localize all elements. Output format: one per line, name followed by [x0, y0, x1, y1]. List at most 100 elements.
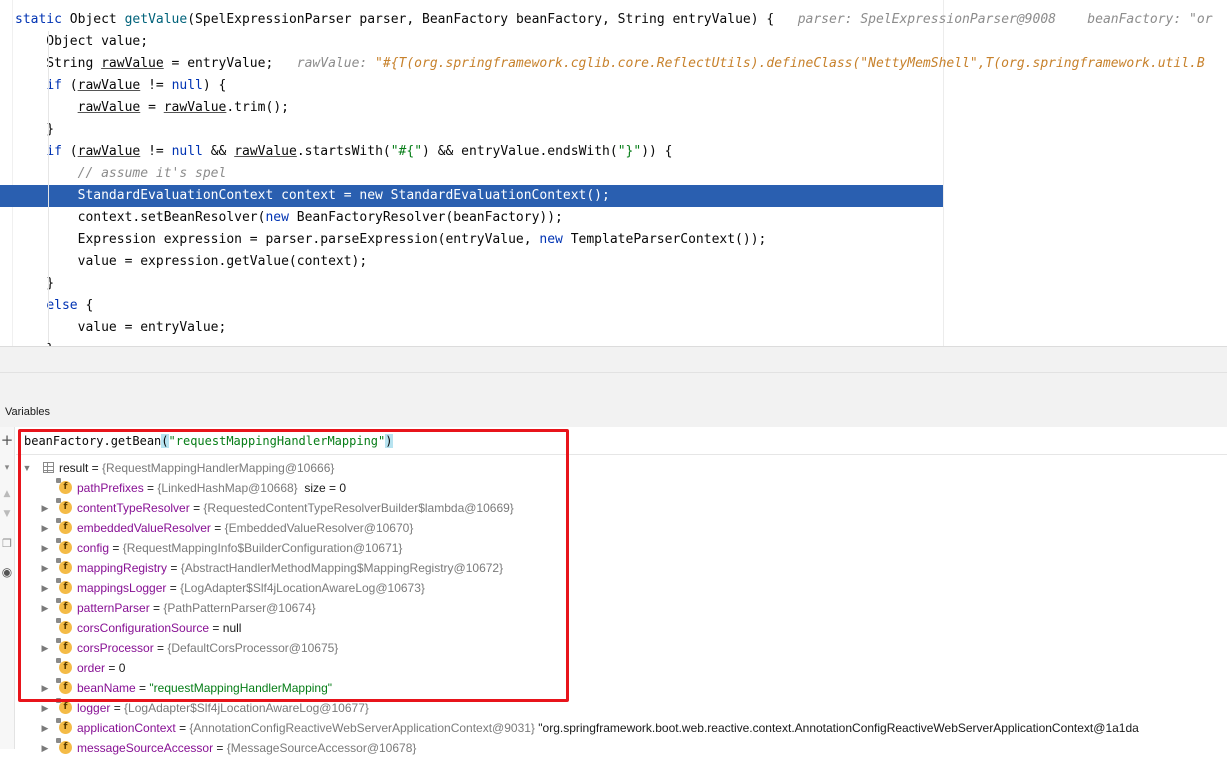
variable-row[interactable]: ▶ f messageSourceAccessor = {MessageSource… [16, 738, 1227, 758]
code-line[interactable]: else { [0, 295, 1227, 317]
code-token: .startsWith( [296, 144, 391, 159]
variable-name: patternParser [77, 601, 150, 615]
variable-row[interactable]: ▶ f embeddedValueResolver = {EmbeddedValue… [16, 518, 1227, 538]
code-editor[interactable]: static Object getValue(SpelExpressionPar… [0, 0, 1227, 346]
code-line[interactable]: rawValue = rawValue.trim(); [0, 97, 1227, 119]
field-icon: f [56, 718, 72, 734]
lock-icon [56, 478, 61, 483]
chevron-right-icon[interactable]: ▶ [40, 558, 50, 578]
field-icon: f [56, 498, 72, 514]
code-token: .trim(); [226, 100, 289, 115]
plus-icon[interactable]: + [0, 433, 14, 448]
variable-text: embeddedValueResolver = {EmbeddedValueRe… [77, 518, 413, 538]
code-line[interactable]: if (rawValue != null && rawValue.startsW… [0, 141, 1227, 163]
chevron-right-icon[interactable]: ▶ [40, 638, 50, 658]
code-line[interactable]: static Object getValue(SpelExpressionPar… [0, 9, 1227, 31]
chevron-right-icon[interactable]: ▶ [40, 518, 50, 538]
lock-icon [56, 598, 61, 603]
code-token: Object value; [15, 34, 149, 49]
copy-icon[interactable]: ❐ [0, 537, 14, 551]
chevron-right-icon[interactable]: ▶ [40, 598, 50, 618]
variable-text: order = 0 [77, 658, 125, 678]
chevron-right-icon[interactable]: ▶ [40, 538, 50, 558]
variable-value: {DefaultCorsProcessor@10675} [167, 641, 339, 655]
code-line[interactable]: value = entryValue; [0, 317, 1227, 339]
indent-guide [48, 31, 49, 343]
variable-row[interactable]: ▶ f corsProcessor = {DefaultCorsProcessor@… [16, 638, 1227, 658]
code-token: value = expression.getValue(context); [15, 254, 368, 269]
chevron-right-icon[interactable]: ▶ [40, 698, 50, 718]
code-token: BeanFactoryResolver(beanFactory)); [288, 210, 563, 225]
equals-sign: = [110, 701, 125, 715]
field-icon: f [56, 478, 72, 494]
variable-row[interactable]: ▶ f mappingsLogger = {LogAdapter$Slf4jLoca… [16, 578, 1227, 598]
chevron-down-icon[interactable]: ▼ [22, 458, 32, 478]
editor-bottom-strip [0, 346, 1227, 373]
arrow-up-icon[interactable]: ▲ [0, 487, 14, 501]
code-token: Expression expression = parser.parseExpr… [15, 232, 540, 247]
variable-extra: "org.springframework.boot.web.reactive.c… [534, 721, 1139, 735]
chevron-right-icon[interactable]: ▶ [40, 738, 50, 758]
code-line[interactable]: Object value; [0, 31, 1227, 53]
variable-row[interactable]: ▶ f logger = {LogAdapter$Slf4jLocationAwar… [16, 698, 1227, 718]
code-token: value = entryValue; [15, 320, 227, 335]
equals-sign: = [149, 601, 164, 615]
variable-value: {PathPatternParser@10674} [163, 601, 316, 615]
code-line[interactable]: } [0, 273, 1227, 295]
equals-sign: = [88, 461, 103, 475]
equals-sign: = [105, 661, 119, 675]
variable-row[interactable]: ▶ f beanName = "requestMappingHandlerMappi… [16, 678, 1227, 698]
variable-name: mappingsLogger [77, 581, 167, 595]
variable-value: {RequestedContentTypeResolverBuilder$lam… [203, 501, 514, 515]
code-line[interactable]: Expression expression = parser.parseExpr… [0, 229, 1227, 251]
code-line-current[interactable]: StandardEvaluationContext context = new … [0, 185, 943, 207]
variable-row[interactable]: f order = 0 [16, 658, 1227, 678]
code-token: TemplateParserContext()); [562, 232, 767, 247]
variable-row[interactable]: f pathPrefixes = {LinkedHashMap@10668} si… [16, 478, 1227, 498]
code-line[interactable]: String rawValue = entryValue; rawValue: … [0, 53, 1227, 75]
equals-sign: = [153, 641, 168, 655]
code-line[interactable]: context.setBeanResolver(new BeanFactoryR… [0, 207, 1227, 229]
variable-row[interactable]: ▶ f contentTypeResolver = {RequestedConten… [16, 498, 1227, 518]
variable-value: {LinkedHashMap@10668} [157, 481, 298, 495]
code-token: rawValue [77, 100, 141, 115]
lock-icon [56, 698, 61, 703]
variable-row[interactable]: ▶ f config = {RequestMappingInfo$BuilderCo… [16, 538, 1227, 558]
variable-row[interactable]: ▶ f patternParser = {PathPatternParser@106… [16, 598, 1227, 618]
code-line[interactable]: } [0, 119, 1227, 141]
field-icon: f [56, 518, 72, 534]
variables-tree: ▼ result = {RequestMappingHandlerMapping@… [16, 458, 1227, 755]
variable-value: {EmbeddedValueResolver@10670} [224, 521, 414, 535]
panel-divider[interactable] [0, 372, 1227, 403]
variable-name: order [77, 661, 106, 675]
chevron-right-icon[interactable]: ▶ [40, 578, 50, 598]
variable-extra: null [222, 621, 242, 635]
field-icon: f [56, 538, 72, 554]
variable-text: mappingsLogger = {LogAdapter$Slf4jLocati… [77, 578, 425, 598]
code-token: new [539, 232, 563, 247]
variable-name: beanName [77, 681, 136, 695]
variable-text: config = {RequestMappingInfo$BuilderConf… [77, 538, 402, 558]
code-line[interactable]: value = expression.getValue(context); [0, 251, 1227, 273]
chevron-right-icon[interactable]: ▶ [40, 498, 50, 518]
arrow-down-icon[interactable]: ▼ [0, 507, 14, 521]
code-line[interactable]: } [0, 339, 1227, 346]
chevron-right-icon[interactable]: ▶ [40, 678, 50, 698]
variable-row[interactable]: ▶ f applicationContext = {AnnotationConfig… [16, 718, 1227, 738]
code-line[interactable]: if (rawValue != null) { [0, 75, 1227, 97]
code-line[interactable]: // assume it's spel [0, 163, 1227, 185]
equals-sign: = [167, 561, 181, 575]
variable-name: corsConfigurationSource [77, 621, 210, 635]
code-token: )) { [641, 144, 673, 159]
expression-prefix: beanFactory.getBean [24, 434, 162, 448]
eye-icon[interactable]: ◉ [0, 565, 14, 579]
chevron-right-icon[interactable]: ▶ [40, 718, 50, 738]
chevron-down-icon[interactable]: ▾ [0, 461, 14, 475]
variable-row[interactable]: ▼ result = {RequestMappingHandlerMapping@… [16, 458, 1227, 478]
variable-row[interactable]: ▶ f mappingRegistry = {AbstractHandlerMeth… [16, 558, 1227, 578]
watch-expression-text[interactable]: beanFactory.getBean("requestMappingHandl… [24, 434, 393, 448]
variable-name: contentTypeResolver [77, 501, 190, 515]
variable-row[interactable]: f corsConfigurationSource = null [16, 618, 1227, 638]
